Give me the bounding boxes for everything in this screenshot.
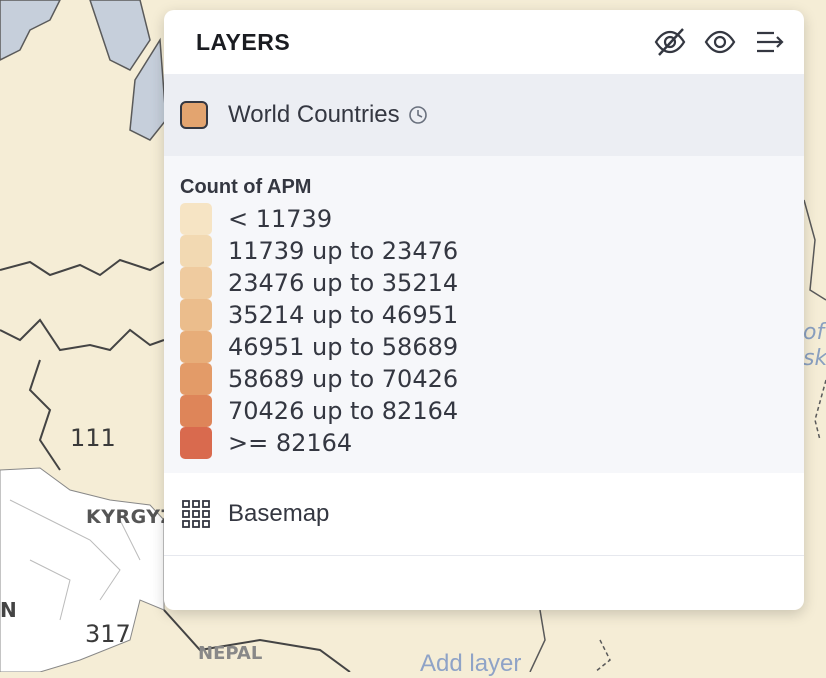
- map-sea-label: of sk: [803, 320, 826, 371]
- legend-swatch: [180, 363, 212, 395]
- legend-item: 70426 up to 82164: [180, 395, 788, 427]
- legend-label: 46951 up to 58689: [228, 333, 459, 361]
- map-country-label: NEPAL: [198, 643, 263, 664]
- map-count-label: 317: [85, 620, 131, 648]
- legend-item: < 11739: [180, 203, 788, 235]
- legend-item: 35214 up to 46951: [180, 299, 788, 331]
- map-country-label: N: [0, 598, 17, 622]
- eye-icon: [704, 30, 736, 54]
- add-layer-button[interactable]: Add layer: [420, 650, 521, 678]
- legend-swatch: [180, 203, 212, 235]
- legend-item: >= 82164: [180, 427, 788, 459]
- layer-row-world-countries[interactable]: World Countries: [164, 74, 804, 156]
- layers-panel: LAYERS World Countries Count of APM < 11…: [164, 10, 804, 610]
- collapse-panel-icon: [757, 31, 784, 53]
- map-count-label: 111: [70, 424, 116, 452]
- layer-name: Basemap: [228, 500, 330, 527]
- legend-item: 11739 up to 23476: [180, 235, 788, 267]
- hide-all-layers-button[interactable]: [652, 24, 688, 60]
- layer-color-swatch: [180, 101, 208, 129]
- legend-swatch: [180, 331, 212, 363]
- legend-swatch: [180, 299, 212, 331]
- panel-title: LAYERS: [196, 28, 291, 55]
- legend-label: 11739 up to 23476: [228, 237, 459, 265]
- map-country-label: KYRGYZ: [86, 506, 175, 528]
- legend-title: Count of APM: [180, 176, 312, 198]
- legend-swatch: [180, 235, 212, 267]
- legend-item: 46951 up to 58689: [180, 331, 788, 363]
- grid-icon: [180, 498, 212, 530]
- panel-header: LAYERS: [164, 10, 804, 74]
- layer-name: World Countries: [228, 101, 400, 128]
- show-all-layers-button[interactable]: [702, 24, 738, 60]
- legend-item: 58689 up to 70426: [180, 363, 788, 395]
- legend-label: 23476 up to 35214: [228, 269, 459, 297]
- legend-swatch: [180, 267, 212, 299]
- legend-label: 35214 up to 46951: [228, 301, 459, 329]
- collapse-panel-button[interactable]: [752, 24, 788, 60]
- legend-item: 23476 up to 35214: [180, 267, 788, 299]
- layer-legend: Count of APM < 11739 11739 up to 23476 2…: [164, 156, 804, 473]
- legend-label: 58689 up to 70426: [228, 365, 459, 393]
- legend-label: < 11739: [228, 205, 333, 233]
- clock-icon: [408, 105, 428, 125]
- eye-closed-icon: [654, 28, 686, 56]
- legend-label: 70426 up to 82164: [228, 397, 459, 425]
- legend-label: >= 82164: [228, 429, 353, 457]
- legend-swatch: [180, 395, 212, 427]
- legend-swatch: [180, 427, 212, 459]
- layer-row-basemap[interactable]: Basemap: [164, 473, 804, 556]
